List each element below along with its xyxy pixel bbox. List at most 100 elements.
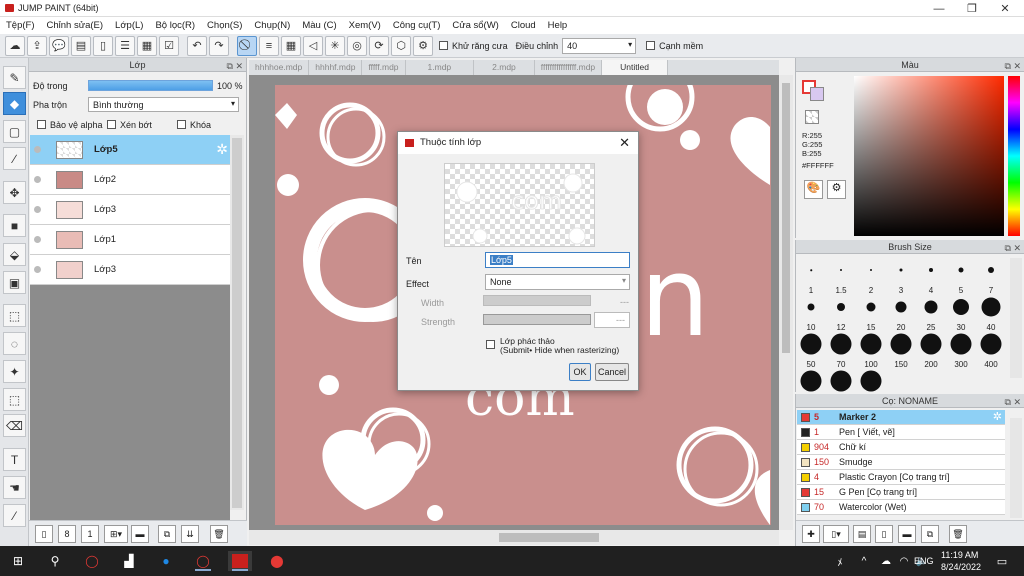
new-1bit-layer-icon[interactable]: 1: [81, 525, 99, 543]
menu-filter[interactable]: Bộ lọc(R): [155, 20, 195, 31]
menu-file[interactable]: Tệp(F): [6, 20, 35, 31]
panel-grid-icon[interactable]: ▦: [137, 35, 157, 56]
brush-size-option[interactable]: 200: [916, 332, 946, 369]
apps-icon[interactable]: ▟: [117, 551, 141, 571]
brush-size-option[interactable]: 300: [946, 332, 976, 369]
brush-list-item[interactable]: 4 Plastic Crayon [Cọ trang trí]: [797, 470, 1005, 485]
jump-paint-icon[interactable]: [228, 551, 252, 571]
speech-bubble-icon[interactable]: 💬: [49, 35, 69, 56]
tab-document[interactable]: hhhhf.mdp: [309, 60, 363, 75]
brush-page-menu-icon[interactable]: ▯▾: [823, 525, 849, 543]
menu-help[interactable]: Help: [548, 20, 568, 31]
brush-size-option[interactable]: 3: [886, 258, 916, 295]
clock-date[interactable]: 8/24/2022: [941, 562, 981, 572]
brush-size-option[interactable]: 15: [856, 295, 886, 332]
bucket-tool-icon[interactable]: ⬙: [3, 243, 26, 266]
menu-edit[interactable]: Chỉnh sửa(E): [47, 20, 104, 31]
snap-settings-icon[interactable]: ⚙: [413, 35, 433, 56]
brush-tool-icon[interactable]: ✎: [3, 66, 26, 89]
brush-size-option[interactable]: 1.5: [826, 258, 856, 295]
text-tool-icon[interactable]: T: [3, 448, 26, 471]
brush-list-item[interactable]: 1 Pen [ Viết, vẽ]: [797, 425, 1005, 440]
input-language[interactable]: ENG: [914, 556, 934, 566]
trash-icon[interactable]: 🗑: [210, 525, 228, 543]
menu-capture[interactable]: Chụp(N): [254, 20, 290, 31]
palette-icon[interactable]: 🎨: [804, 180, 823, 199]
magic-wand-tool-icon[interactable]: ✦: [3, 360, 26, 383]
brush-size-option[interactable]: 4: [916, 258, 946, 295]
close-button[interactable]: ✕: [988, 0, 1022, 17]
brush-size-option[interactable]: 100: [856, 332, 886, 369]
chevron-up-icon[interactable]: ^: [852, 551, 876, 571]
panel-float-icon[interactable]: ⧉ ✕: [1005, 395, 1021, 409]
brush-list-item[interactable]: 70 Watercolor (Wet): [797, 500, 1005, 515]
notifications-icon[interactable]: ▭: [990, 551, 1014, 571]
new-layer-icon[interactable]: ▯: [35, 525, 53, 543]
panel-float-icon[interactable]: ⧉ ✕: [1005, 241, 1021, 255]
visibility-icon[interactable]: [34, 206, 41, 213]
search-icon[interactable]: ⚲: [43, 551, 67, 571]
adjust-dropdown[interactable]: 40 ▾: [562, 37, 637, 54]
menu-cloud[interactable]: Cloud: [511, 20, 536, 31]
visibility-icon[interactable]: [34, 236, 41, 243]
canvas-horizontal-scrollbar[interactable]: [249, 530, 779, 545]
clock-time[interactable]: 11:19 AM: [941, 550, 978, 560]
layer-name-input[interactable]: Lớp5: [485, 252, 630, 268]
fill-rect-tool-icon[interactable]: ■: [3, 214, 26, 237]
brush-size-option[interactable]: 5: [946, 258, 976, 295]
brush-add-icon[interactable]: ✚: [802, 525, 820, 543]
opera-icon[interactable]: ◯: [80, 551, 104, 571]
tab-untitled[interactable]: Untitled: [602, 60, 668, 75]
record-icon[interactable]: ⬤: [265, 551, 289, 571]
layer-row[interactable]: Lớp5 ✲: [30, 135, 230, 165]
ellipse-snap-icon[interactable]: ⬡: [391, 35, 411, 56]
brush-size-option[interactable]: 20: [886, 295, 916, 332]
gear-icon[interactable]: ✲: [216, 141, 228, 158]
perspective-snap-icon[interactable]: ◁: [303, 35, 323, 56]
menu-tools[interactable]: Công cụ(T): [393, 20, 441, 31]
gradient-tool-icon[interactable]: ▣: [3, 271, 26, 294]
antialias-checkbox[interactable]: [439, 41, 448, 50]
maximize-button[interactable]: ❐: [955, 0, 989, 17]
clip-checkbox[interactable]: [107, 120, 116, 129]
select-pen-tool-icon[interactable]: ⬚: [3, 388, 26, 411]
zalo-icon[interactable]: ●: [154, 551, 178, 571]
brush-duplicate-icon[interactable]: ▯: [875, 525, 893, 543]
duplicate-layer-icon[interactable]: ⧉: [158, 525, 176, 543]
protect-alpha-checkbox[interactable]: [37, 120, 46, 129]
curve-snap-icon[interactable]: ⟳: [369, 35, 389, 56]
brush-size-option[interactable]: [796, 369, 826, 392]
brush-size-option[interactable]: 40: [976, 295, 1006, 332]
visibility-icon[interactable]: [34, 176, 41, 183]
minimize-button[interactable]: —: [922, 0, 956, 17]
export-icon[interactable]: ⇪: [27, 35, 47, 56]
menu-layer[interactable]: Lớp(L): [115, 20, 143, 31]
brush-copy-icon[interactable]: ⧉: [921, 525, 939, 543]
blend-mode-dropdown[interactable]: Bình thường ▾: [88, 97, 239, 112]
undo-icon[interactable]: ↶: [187, 35, 207, 56]
rect-select-tool-icon[interactable]: ⬚: [3, 304, 26, 327]
menu-view[interactable]: Xem(V): [349, 20, 381, 31]
brush-size-option[interactable]: 30: [946, 295, 976, 332]
cancel-button[interactable]: Cancel: [595, 363, 629, 381]
panel-float-icon[interactable]: ⧉ ✕: [227, 59, 243, 73]
folder-icon[interactable]: ▬: [898, 525, 916, 543]
shape-tool-icon[interactable]: ▢: [3, 120, 26, 143]
move-tool-icon[interactable]: ✥: [3, 181, 26, 204]
opera-gx-icon[interactable]: ◯: [191, 551, 215, 571]
brush-settings-icon[interactable]: ▤: [853, 525, 871, 543]
visibility-icon[interactable]: [34, 266, 41, 273]
select-eraser-tool-icon[interactable]: ⌫: [3, 414, 26, 437]
brush-list-item[interactable]: 15 G Pen [Cọ trang trí]: [797, 485, 1005, 500]
page-icon[interactable]: ▯: [93, 35, 113, 56]
soft-edge-checkbox[interactable]: [646, 41, 656, 50]
menu-window[interactable]: Cửa sổ(W): [452, 20, 498, 31]
hue-slider[interactable]: [1008, 76, 1020, 236]
brush-size-option[interactable]: 12: [826, 295, 856, 332]
brush-list-item[interactable]: 150 Smudge: [797, 455, 1005, 470]
brush-size-option[interactable]: 70: [826, 332, 856, 369]
checklist-icon[interactable]: ☑: [159, 35, 179, 56]
grid-snap-icon[interactable]: ▦: [281, 35, 301, 56]
layer-row[interactable]: Lớp1: [30, 225, 230, 255]
tab-document[interactable]: 2.mdp: [474, 60, 535, 75]
